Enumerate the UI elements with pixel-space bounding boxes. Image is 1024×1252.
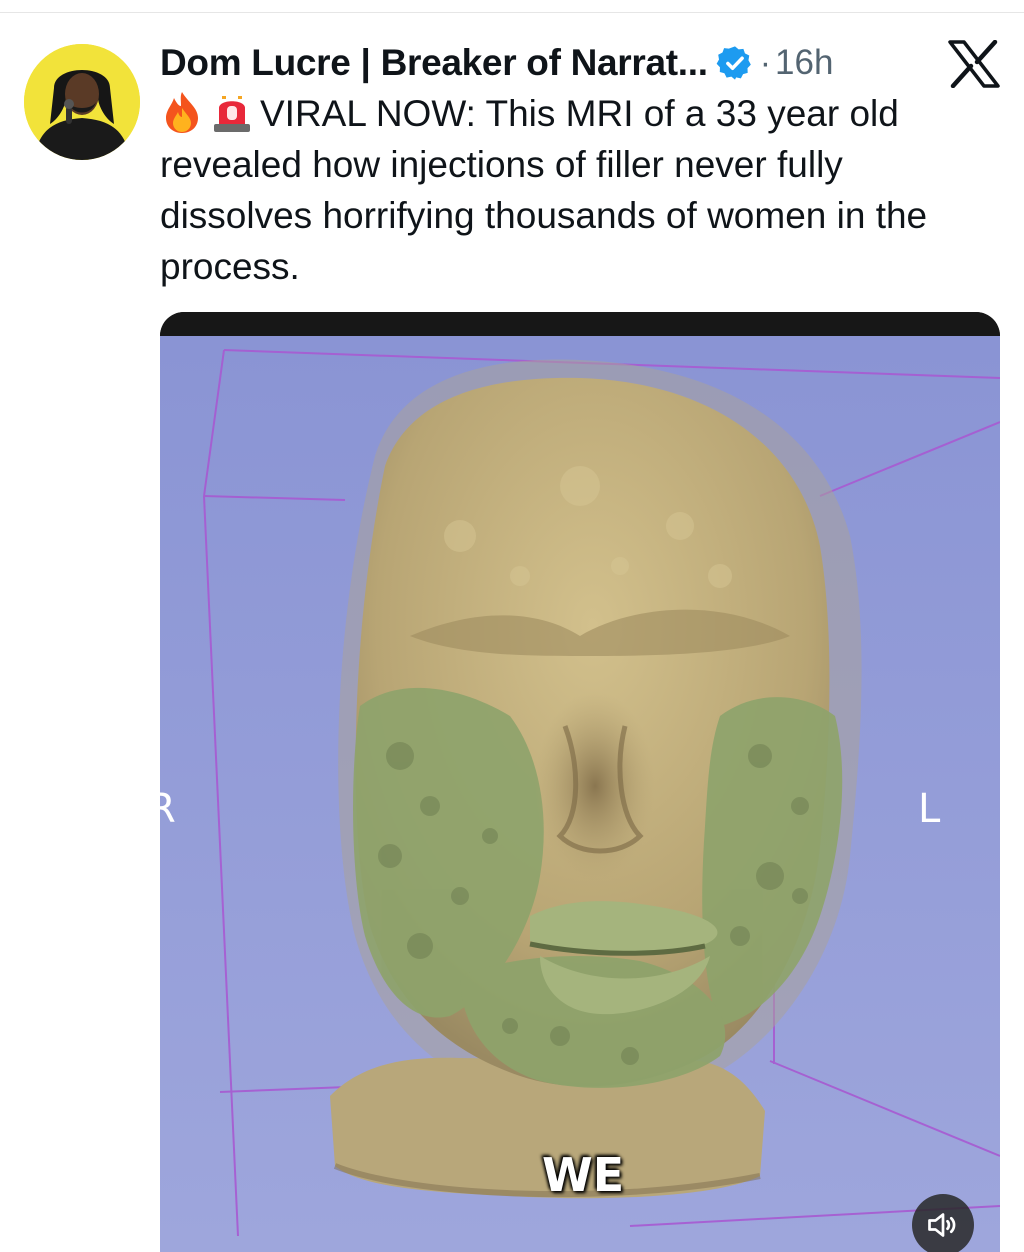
siren-emoji: [210, 90, 254, 134]
video-caption: WE: [542, 1148, 625, 1202]
avatar[interactable]: [24, 44, 140, 160]
orientation-label-left: R: [160, 786, 176, 832]
post-time[interactable]: 16h: [775, 43, 833, 83]
video-letterbox-top: [160, 312, 1000, 336]
separator-dot: ·: [759, 43, 772, 82]
author-name[interactable]: Dom Lucre | Breaker of Narrat...: [160, 42, 708, 84]
mri-render-image: [160, 336, 1000, 1252]
volume-button[interactable]: [912, 1194, 974, 1252]
post-text-body: VIRAL NOW: This MRI of a 33 year old rev…: [160, 93, 928, 287]
orientation-label-right: L: [918, 786, 941, 832]
x-logo-icon[interactable]: [948, 39, 1000, 89]
video-player[interactable]: R L WE: [160, 312, 1000, 1252]
mri-head-render: R L WE: [160, 336, 1000, 1252]
post-text: VIRAL NOW: This MRI of a 33 year old rev…: [160, 88, 1000, 292]
volume-icon: [928, 1213, 956, 1237]
top-divider: [0, 12, 1024, 13]
fire-emoji: [160, 90, 204, 134]
post-header: Dom Lucre | Breaker of Narrat... · 16h: [160, 38, 833, 88]
verified-badge-icon: [716, 44, 754, 82]
